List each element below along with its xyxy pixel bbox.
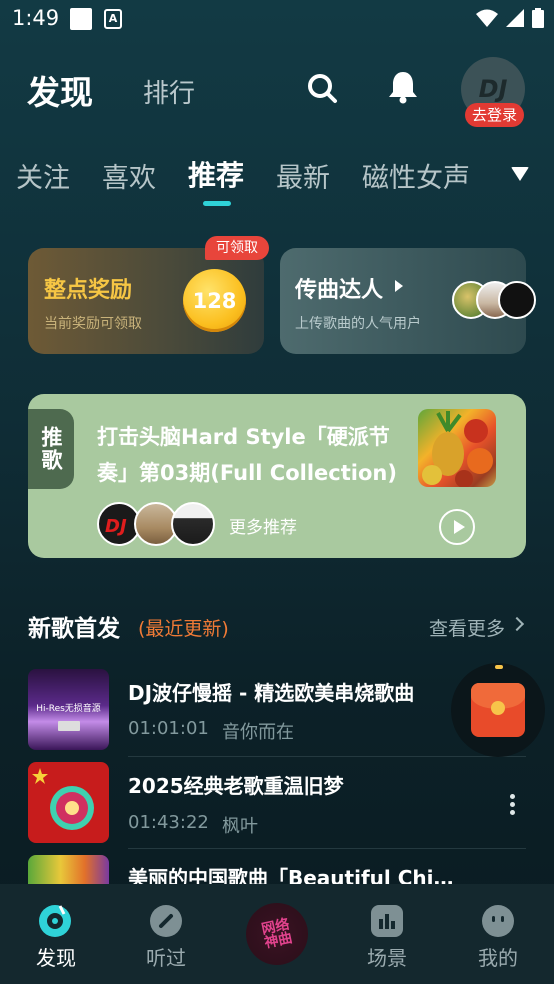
tab-follow[interactable]: 关注 bbox=[16, 156, 70, 195]
tab-recommend[interactable]: 推荐 bbox=[188, 154, 244, 194]
nav-history-label: 听过 bbox=[146, 946, 186, 970]
battery-icon bbox=[532, 8, 544, 28]
tab-latest[interactable]: 最新 bbox=[276, 156, 330, 195]
recommend-tag: 推歌 bbox=[28, 409, 74, 489]
song-duration-1: 01:01:01 bbox=[128, 718, 209, 739]
chevron-right-icon[interactable] bbox=[509, 616, 525, 632]
center-disc-text: 网络神曲 bbox=[260, 916, 294, 952]
song-duration-2: 01:43:22 bbox=[128, 812, 209, 833]
claim-badge: 可领取 bbox=[205, 236, 269, 260]
wifi-icon bbox=[476, 9, 498, 27]
song-cover-1[interactable]: Hi-Res无损音源 bbox=[28, 669, 109, 750]
coin-icon[interactable]: 128 bbox=[183, 269, 246, 332]
bell-icon[interactable] bbox=[387, 70, 419, 104]
song-artist-2: 枫叶 bbox=[222, 816, 258, 837]
nav-discover-label: 发现 bbox=[36, 946, 76, 970]
uploader-avatar-3[interactable] bbox=[498, 281, 536, 319]
song-title-2[interactable]: 2025经典老歌重温旧梦 bbox=[128, 770, 458, 799]
history-icon bbox=[150, 905, 182, 937]
recommend-more-link[interactable]: 更多推荐 bbox=[229, 513, 297, 538]
category-tabs: 关注 喜欢 推荐 最新 磁性女声 bbox=[0, 152, 554, 202]
song-cover-1-text: Hi-Res无损音源 bbox=[36, 704, 101, 714]
profile-icon bbox=[482, 905, 514, 937]
flag-art bbox=[32, 768, 94, 830]
fruit-image bbox=[422, 411, 493, 487]
more-options-icon[interactable] bbox=[510, 794, 516, 818]
login-badge[interactable]: 去登录 bbox=[465, 103, 524, 127]
header-discover[interactable]: 发现 bbox=[27, 66, 93, 114]
divider bbox=[128, 848, 526, 849]
song-title-3[interactable]: 美丽的中国歌曲「Beautiful Chinese Songs」 bbox=[128, 862, 458, 884]
scene-icon bbox=[371, 905, 403, 937]
new-songs-title: 新歌首发 bbox=[28, 616, 120, 642]
play-button[interactable] bbox=[439, 509, 475, 545]
tab-like[interactable]: 喜欢 bbox=[102, 156, 156, 195]
song-artist-1: 音你而在 bbox=[222, 722, 294, 743]
tab-active-indicator bbox=[203, 201, 231, 206]
new-songs-subtitle: (最近更新) bbox=[138, 618, 229, 640]
recommend-cover-image[interactable] bbox=[418, 409, 496, 487]
divider bbox=[128, 756, 526, 757]
reward-subtitle: 当前奖励可领取 bbox=[44, 316, 142, 332]
coin-value: 128 bbox=[192, 288, 237, 313]
song-cover-3[interactable] bbox=[28, 855, 109, 884]
device-icon bbox=[58, 721, 80, 731]
red-packet-knot bbox=[491, 701, 505, 715]
recommend-avatar-3[interactable] bbox=[171, 502, 215, 546]
red-packet-floating-button[interactable] bbox=[451, 663, 545, 757]
notification-a-icon: A bbox=[104, 9, 122, 29]
avatar-text: DJ bbox=[478, 75, 508, 103]
status-time: 1:49 bbox=[12, 6, 60, 30]
uploader-title: 传曲达人 bbox=[295, 278, 384, 303]
notification-square-icon bbox=[70, 8, 92, 30]
song-cover-2[interactable] bbox=[28, 762, 109, 843]
nav-scene-label: 场景 bbox=[367, 946, 407, 970]
search-icon[interactable] bbox=[306, 72, 338, 104]
pin-icon bbox=[495, 665, 503, 669]
signal-icon bbox=[506, 9, 524, 27]
uploader-arrow-icon bbox=[395, 280, 403, 292]
tab-more-arrow-icon[interactable] bbox=[511, 167, 529, 181]
nav-mine-label: 我的 bbox=[478, 946, 518, 970]
header-rank[interactable]: 排行 bbox=[143, 73, 195, 110]
status-icons bbox=[476, 8, 544, 28]
see-more-link[interactable]: 查看更多 bbox=[429, 614, 505, 641]
disc-icon bbox=[39, 905, 71, 937]
tab-female-voice[interactable]: 磁性女声 bbox=[362, 156, 470, 195]
reward-title: 整点奖励 bbox=[44, 278, 133, 303]
uploader-subtitle: 上传歌曲的人气用户 bbox=[295, 316, 421, 332]
song-title-1[interactable]: DJ波仔慢摇 - 精选欧美串烧歌曲 bbox=[128, 677, 458, 706]
recommend-title[interactable]: 打击头脑Hard Style「硬派节奏」第03期(Full Collection… bbox=[97, 419, 402, 491]
